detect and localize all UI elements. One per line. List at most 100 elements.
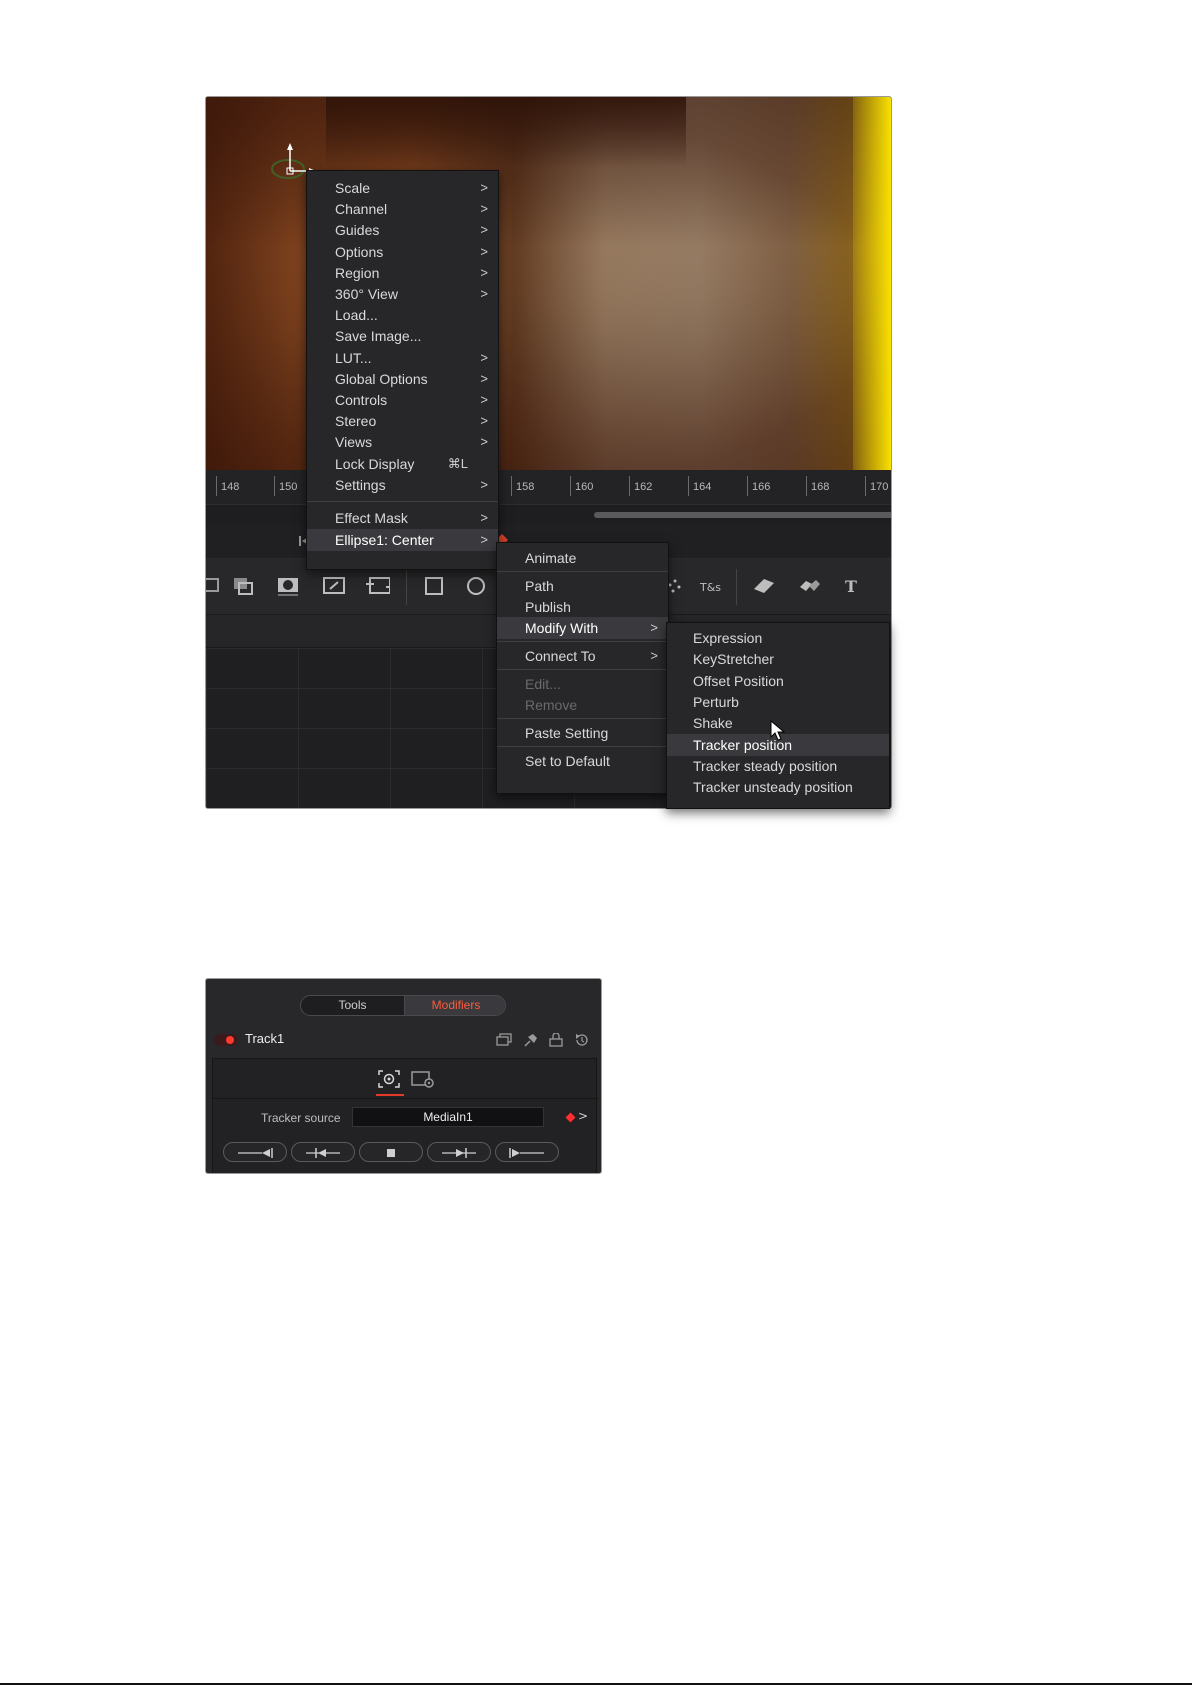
menu-item-publish[interactable]: Publish <box>497 596 668 618</box>
menu-item-options[interactable]: Options > <box>307 241 498 263</box>
stop-icon <box>387 1149 395 1157</box>
track-to-end-button[interactable] <box>495 1142 559 1162</box>
keyframe-next-arrow-icon[interactable]: > <box>578 1109 588 1123</box>
menu-item-lock-display[interactable]: Lock Display ⌘L <box>307 453 498 475</box>
submenu-arrow-icon: > <box>480 476 488 492</box>
menu-item-controls[interactable]: Controls > <box>307 389 498 411</box>
menu-item-label: Remove <box>525 697 578 713</box>
menu-item-offset-position[interactable]: Offset Position <box>667 670 889 692</box>
menu-item-label: Settings <box>335 476 386 493</box>
menu-item-region[interactable]: Region > <box>307 262 498 284</box>
menu-item-remove: Remove <box>497 694 668 716</box>
text-particles-icon[interactable]: T&s <box>698 575 722 597</box>
menu-item-stereo[interactable]: Stereo > <box>307 410 498 432</box>
keyframe-diamond-icon[interactable] <box>565 1112 576 1123</box>
menu-shortcut: ⌘L <box>447 455 468 471</box>
menu-item-label: Perturb <box>693 693 739 710</box>
menu-item-expression[interactable]: Expression <box>667 627 889 649</box>
menu-item-guides[interactable]: Guides > <box>307 219 498 241</box>
menu-item-label: Views <box>335 434 373 451</box>
node-name-label: Track1 <box>245 1031 285 1046</box>
tracker-source-field[interactable]: MediaIn1 <box>352 1107 544 1127</box>
reset-icon[interactable] <box>574 1033 590 1047</box>
track-forward-button[interactable] <box>427 1142 491 1162</box>
tab-tools[interactable]: Tools <box>301 996 404 1015</box>
submenu-arrow-icon: > <box>650 620 658 635</box>
rectangle-mask-icon[interactable] <box>422 575 446 597</box>
settings-tab-icon[interactable] <box>411 1069 435 1089</box>
track-to-start-button[interactable] <box>223 1142 287 1162</box>
menu-item-label: Ellipse1: Center <box>335 532 434 548</box>
ruler-tick: 160 <box>570 476 593 496</box>
timeline-scrollbar[interactable] <box>594 512 891 518</box>
menu-item-lut[interactable]: LUT... > <box>307 347 498 369</box>
menu-item-label: Scale <box>335 180 371 196</box>
submenu-arrow-icon: > <box>480 370 488 386</box>
menu-item-label: 360° View <box>335 286 398 302</box>
shape-3d-icon[interactable] <box>796 575 820 597</box>
node-enable-toggle[interactable] <box>214 1034 238 1046</box>
active-subtab-indicator <box>376 1094 404 1096</box>
submenu-arrow-icon: > <box>480 222 488 238</box>
menu-item-connect-to[interactable]: Connect To > <box>497 645 668 667</box>
menu-item-label: Expression <box>693 630 763 646</box>
menu-item-label: Global Options <box>335 370 428 387</box>
tracker-tab-icon[interactable] <box>377 1069 401 1089</box>
menu-item-set-to-default[interactable]: Set to Default <box>497 750 668 772</box>
mouse-cursor-icon <box>770 720 786 741</box>
menu-item-path[interactable]: Path <box>497 575 668 597</box>
menu-item-perturb[interactable]: Perturb <box>667 691 889 713</box>
submenu-arrow-icon: > <box>480 413 488 429</box>
menu-item-label: Tracker unsteady position <box>693 779 853 796</box>
menu-item-label: Load... <box>335 307 378 324</box>
menu-item-settings[interactable]: Settings > <box>307 474 498 496</box>
menu-item-label: Controls <box>335 392 388 408</box>
menu-item-360-view[interactable]: 360° View > <box>307 283 498 305</box>
text-3d-icon[interactable]: T <box>840 575 864 597</box>
menu-item-paste-setting[interactable]: Paste Setting <box>497 722 668 744</box>
stop-tracking-button[interactable] <box>359 1142 423 1162</box>
merge-tool-icon[interactable] <box>232 575 256 597</box>
menu-item-channel[interactable]: Channel > <box>307 198 498 220</box>
menu-item-ellipse1-center[interactable]: Ellipse1: Center > <box>307 529 498 551</box>
submenu-arrow-icon: > <box>480 286 488 301</box>
menu-item-global-options[interactable]: Global Options > <box>307 368 498 390</box>
toolbar-divider <box>406 569 407 605</box>
menu-separator <box>497 641 668 642</box>
menu-item-tracker-steady-position[interactable]: Tracker steady position <box>667 755 889 777</box>
menu-item-modify-with[interactable]: Modify With > <box>497 617 668 639</box>
submenu-arrow-icon: > <box>480 510 488 525</box>
versions-icon[interactable] <box>496 1033 512 1047</box>
menu-item-effect-mask[interactable]: Effect Mask > <box>307 507 498 529</box>
ruler-tick: 170 <box>865 476 888 496</box>
toolbar-tool-icon[interactable] <box>205 575 226 597</box>
menu-item-label: Stereo <box>335 413 377 430</box>
tracker-source-label: Tracker source <box>261 1111 341 1125</box>
menu-item-save-image[interactable]: Save Image... <box>307 325 498 347</box>
menu-separator <box>497 718 668 719</box>
lock-icon[interactable] <box>548 1033 564 1047</box>
menu-item-views[interactable]: Views > <box>307 431 498 453</box>
menu-item-label: Shake <box>693 715 733 732</box>
resize-tool-icon[interactable] <box>366 575 390 597</box>
ruler-tick: 148 <box>216 476 239 496</box>
menu-item-scale[interactable]: Scale > <box>307 177 498 199</box>
pin-icon[interactable] <box>522 1033 538 1047</box>
matte-control-icon[interactable] <box>276 575 300 597</box>
inspector-screenshot: Tools Modifiers Track1 Tracker source Me… <box>205 978 602 1174</box>
menu-separator <box>497 571 668 572</box>
ellipse-mask-icon[interactable] <box>464 575 488 597</box>
tab-modifiers[interactable]: Modifiers <box>404 996 505 1015</box>
menu-separator <box>497 746 668 747</box>
menu-item-label: Publish <box>525 599 571 615</box>
menu-item-load[interactable]: Load... <box>307 304 498 326</box>
menu-item-keystretcher[interactable]: KeyStretcher <box>667 648 889 670</box>
image-plane-3d-icon[interactable] <box>750 575 774 597</box>
menu-item-animate[interactable]: Animate <box>497 547 668 569</box>
menu-item-label: Lock Display <box>335 455 415 472</box>
transform-tool-icon[interactable] <box>322 575 346 597</box>
menu-item-label: Offset Position <box>693 672 784 689</box>
menu-item-label: Region <box>335 264 380 281</box>
track-backward-button[interactable] <box>291 1142 355 1162</box>
menu-item-tracker-unsteady-position[interactable]: Tracker unsteady position <box>667 776 889 798</box>
